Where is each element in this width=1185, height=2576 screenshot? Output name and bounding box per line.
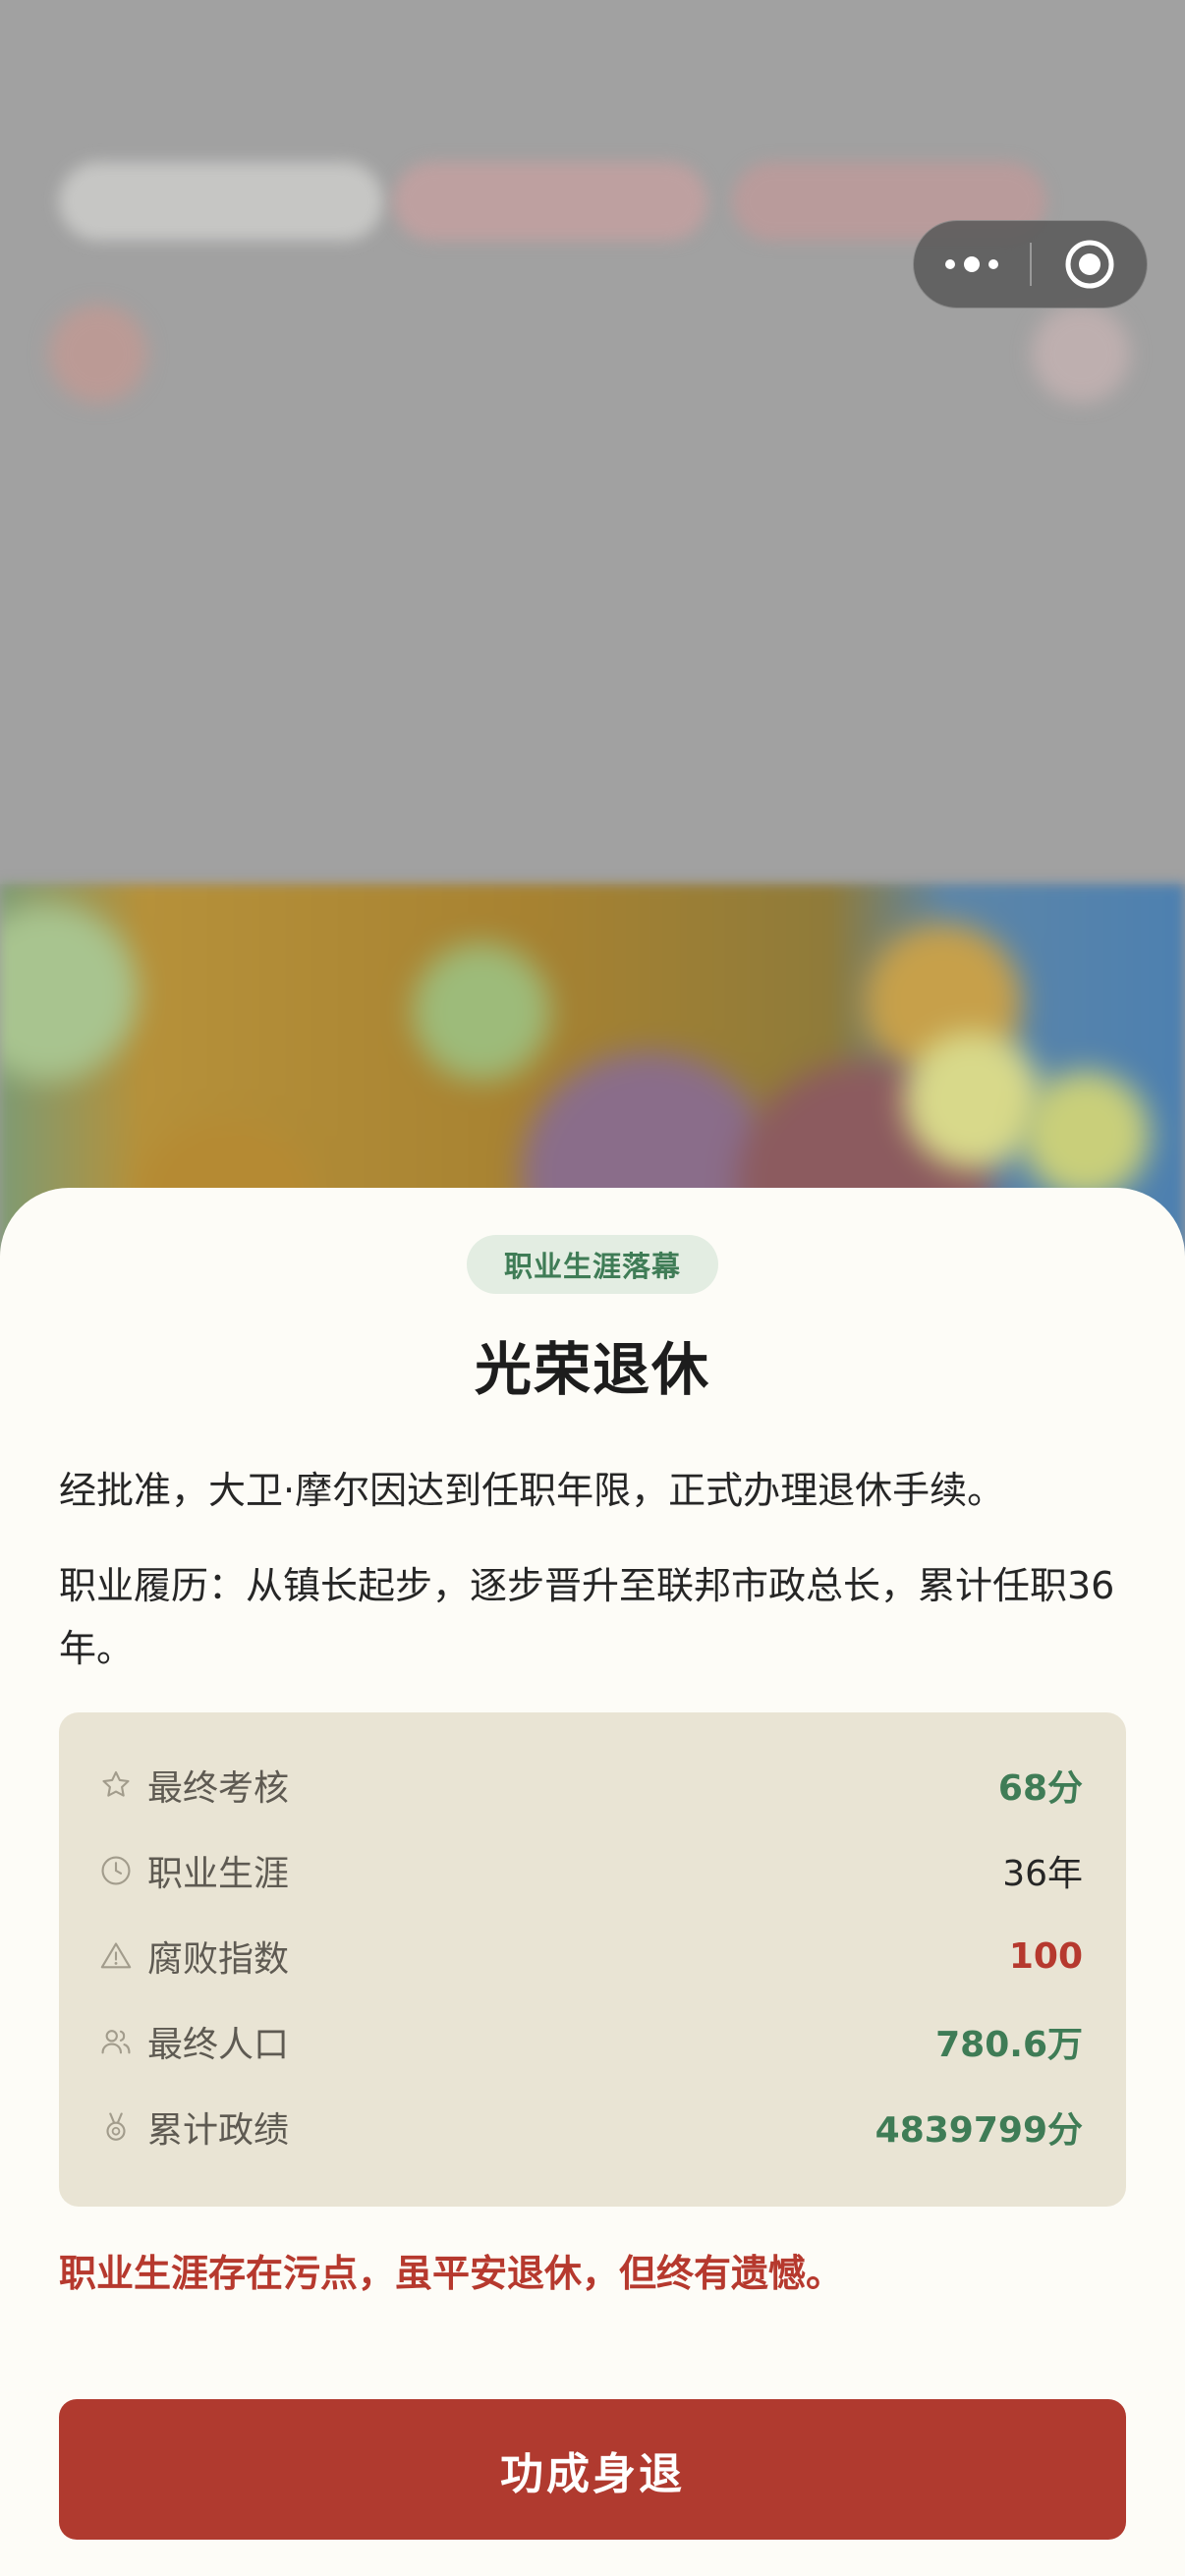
medal-icon (98, 2109, 134, 2145)
miniprogram-capsule (913, 220, 1148, 308)
blurred-background (0, 0, 1185, 884)
stat-row-population: 最终人口 780.6万 (98, 2012, 1083, 2071)
career-blemish-note: 职业生涯存在污点，虽平安退休，但终有遗憾。 (59, 2252, 844, 2295)
more-options-button[interactable] (914, 221, 1030, 308)
stat-row-final-review: 最终考核 68分 (98, 1756, 1083, 1815)
blurred-button (49, 305, 147, 403)
stat-row-achievements: 累计政绩 4839799分 (98, 2098, 1083, 2156)
stats-panel: 最终考核 68分 职业生涯 36年 腐败指数 100 最终人口 780.6万 累… (59, 1712, 1126, 2207)
stat-value: 68分 (997, 1768, 1083, 1809)
sheet-title: 光荣退休 (474, 1336, 710, 1403)
stat-label: 腐败指数 (147, 1939, 290, 1980)
stat-label: 职业生涯 (147, 1854, 290, 1894)
blurred-tab (59, 162, 383, 241)
people-icon (98, 2024, 134, 2059)
stat-label: 最终考核 (147, 1768, 290, 1809)
clock-icon (98, 1853, 134, 1888)
stat-value: 36年 (1002, 1854, 1083, 1894)
blurred-button (1032, 305, 1130, 403)
blurred-tab (393, 162, 707, 241)
star-icon (98, 1767, 134, 1803)
stat-value: 100 (1008, 1935, 1083, 1977)
stat-value: 780.6万 (935, 2025, 1083, 2065)
stat-label: 最终人口 (147, 2025, 290, 2065)
career-history-text: 职业履历：从镇长起步，逐步晋升至联邦市政总长，累计任职36年。 (59, 1564, 1115, 1670)
stat-value: 4839799分 (875, 2110, 1083, 2151)
stat-label: 累计政绩 (147, 2110, 290, 2151)
stat-row-career: 职业生涯 36年 (98, 1841, 1083, 1900)
approval-text: 经批准，大卫·摩尔因达到任职年限，正式办理退休手续。 (59, 1469, 1005, 1512)
status-badge: 职业生涯落幕 (467, 1235, 718, 1294)
more-dots-icon (945, 256, 998, 272)
retirement-sheet: 职业生涯落幕 光荣退休 经批准，大卫·摩尔因达到任职年限，正式办理退休手续。 职… (0, 1188, 1185, 2576)
warning-icon (98, 1938, 134, 1974)
close-miniprogram-button[interactable] (1032, 221, 1148, 308)
target-close-icon (1065, 240, 1114, 289)
stat-row-corruption: 腐败指数 100 (98, 1927, 1083, 1986)
retire-button[interactable]: 功成身退 (59, 2399, 1126, 2540)
